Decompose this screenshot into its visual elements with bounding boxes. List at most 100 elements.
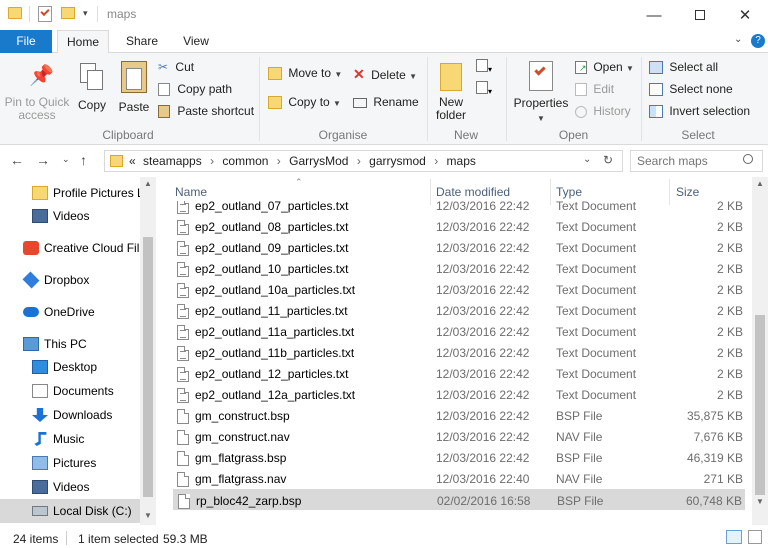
nav-item[interactable]: Pictures	[0, 451, 140, 475]
customize-quick-access-icon[interactable]: ▾	[83, 8, 88, 19]
column-divider[interactable]	[430, 179, 431, 205]
tab-home[interactable]: Home	[57, 30, 109, 54]
scroll-down-icon[interactable]: ▼	[756, 497, 764, 506]
select-none-button[interactable]: Select none	[649, 82, 733, 100]
select-all-button[interactable]: Select all	[649, 60, 718, 78]
scroll-up-icon[interactable]: ▲	[756, 179, 764, 188]
column-header-date[interactable]: Date modified	[436, 185, 510, 199]
nav-item[interactable]: Videos	[0, 475, 140, 499]
file-row[interactable]: gm_construct.bsp 12/03/2016 22:42 BSP File…	[173, 405, 745, 426]
new-item-button[interactable]: ▾	[476, 59, 500, 77]
text-file-icon	[177, 220, 189, 235]
downloads-icon	[32, 408, 48, 422]
file-row[interactable]: ep2_outland_12a_particles.txt 12/03/2016 …	[173, 384, 745, 405]
chevron-right-icon[interactable]: ›	[210, 154, 214, 168]
nav-item[interactable]: Videos	[0, 204, 140, 228]
file-row[interactable]: ep2_outland_11b_particles.txt 12/03/2016 …	[173, 342, 745, 363]
breadcrumb-overflow[interactable]: «	[129, 154, 136, 168]
properties-quick-icon[interactable]	[38, 6, 52, 22]
file-row[interactable]: ep2_outland_11a_particles.txt 12/03/2016 …	[173, 321, 745, 342]
file-row[interactable]: gm_construct.nav 12/03/2016 22:42 NAV File…	[173, 426, 745, 447]
details-view-button[interactable]	[726, 530, 742, 544]
chevron-right-icon[interactable]: ›	[277, 154, 281, 168]
column-header-type[interactable]: Type	[556, 185, 582, 199]
scroll-up-icon[interactable]: ▲	[144, 179, 152, 188]
move-to-button[interactable]: Move to ▼	[268, 66, 342, 86]
close-button[interactable]: ✕	[722, 0, 768, 30]
address-dropdown-icon[interactable]: ⌄	[583, 154, 591, 165]
pin-to-quick-access-button[interactable]: 📌 Pin to Quick access	[2, 61, 72, 123]
file-row[interactable]: rp_bloc42_zarp.bsp 02/02/2016 16:58 BSP Fi…	[173, 489, 745, 510]
forward-button[interactable]: →	[36, 152, 50, 168]
column-divider[interactable]	[669, 179, 670, 205]
back-button[interactable]: ←	[10, 152, 24, 168]
scroll-down-icon[interactable]: ▼	[144, 511, 152, 520]
chevron-right-icon[interactable]: ›	[434, 154, 438, 168]
nav-item[interactable]: Documents	[0, 379, 140, 403]
column-divider[interactable]	[550, 179, 551, 205]
file-scroll-thumb[interactable]	[755, 315, 765, 495]
copy-button[interactable]: Copy	[74, 61, 110, 123]
nav-item[interactable]: OneDrive	[0, 300, 140, 324]
file-row[interactable]: ep2_outland_12_particles.txt 12/03/2016 2…	[173, 363, 745, 384]
nav-item[interactable]: Music	[0, 427, 140, 451]
nav-item[interactable]: Downloads	[0, 403, 140, 427]
copy-to-button[interactable]: Copy to ▼	[268, 95, 341, 115]
minimize-button[interactable]: —	[631, 0, 677, 30]
rename-button[interactable]: Rename	[353, 95, 419, 115]
new-folder-quick-icon[interactable]	[61, 7, 75, 19]
breadcrumb-item[interactable]: GarrysMod	[289, 154, 348, 168]
maximize-button[interactable]	[677, 0, 723, 30]
invert-selection-button[interactable]: Invert selection	[649, 104, 750, 122]
nav-item[interactable]: This PC	[0, 332, 140, 356]
chevron-right-icon[interactable]: ›	[357, 154, 361, 168]
copy-path-button[interactable]: Copy path	[158, 82, 232, 100]
history-button[interactable]: History	[575, 104, 631, 122]
nav-scrollbar[interactable]: ▲ ▼	[140, 177, 156, 525]
expand-ribbon-icon[interactable]: ⌄	[734, 34, 742, 45]
nav-item[interactable]: Desktop	[0, 355, 140, 379]
tab-view[interactable]: View	[170, 30, 222, 53]
file-list-scrollbar[interactable]: ▲ ▼	[752, 177, 768, 525]
column-header-name[interactable]: Name	[175, 185, 207, 199]
search-input[interactable]	[637, 153, 737, 169]
file-row[interactable]: ep2_outland_08_particles.txt 12/03/2016 2…	[173, 216, 745, 237]
cut-button[interactable]: ✂ Cut	[158, 60, 194, 78]
large-icons-view-button[interactable]	[748, 530, 762, 544]
tab-file[interactable]: File	[0, 30, 52, 53]
breadcrumb-item[interactable]: common	[222, 154, 268, 168]
nav-item[interactable]: Creative Cloud Fil	[0, 236, 140, 260]
file-row[interactable]: gm_flatgrass.bsp 12/03/2016 22:42 BSP File…	[173, 447, 745, 468]
help-icon[interactable]: ?	[751, 34, 765, 48]
file-row[interactable]: ep2_outland_09_particles.txt 12/03/2016 2…	[173, 237, 745, 258]
breadcrumb-item[interactable]: maps	[447, 154, 476, 168]
column-header-size[interactable]: Size	[676, 185, 699, 199]
address-bar[interactable]: « steamapps › common › GarrysMod › garry…	[104, 150, 623, 172]
new-folder-button[interactable]: New folder	[430, 61, 472, 123]
paste-shortcut-button[interactable]: Paste shortcut	[158, 104, 254, 122]
open-button[interactable]: ↗ Open ▼	[575, 60, 634, 78]
file-row[interactable]: ep2_outland_10_particles.txt 12/03/2016 2…	[173, 258, 745, 279]
nav-scroll-thumb[interactable]	[143, 237, 153, 497]
nav-item[interactable]: Dropbox	[0, 268, 140, 292]
delete-button[interactable]: ✕ Delete ▼	[353, 66, 417, 86]
breadcrumb-item[interactable]: steamapps	[143, 154, 202, 168]
recent-locations-button[interactable]: ⌄	[62, 154, 70, 165]
nav-item-label: Videos	[53, 480, 90, 494]
easy-access-button[interactable]: ▾	[476, 81, 500, 99]
nav-item[interactable]: Local Disk (C:)	[0, 499, 140, 523]
search-icon	[743, 154, 753, 164]
nav-item[interactable]: Profile Pictures L	[0, 181, 144, 205]
up-button[interactable]: ↑	[80, 152, 87, 168]
paste-button[interactable]: Paste	[114, 61, 154, 123]
file-row[interactable]: gm_flatgrass.nav 12/03/2016 22:40 NAV File…	[173, 468, 745, 489]
file-row[interactable]: ep2_outland_11_particles.txt 12/03/2016 2…	[173, 300, 745, 321]
search-box[interactable]	[630, 150, 763, 172]
file-date: 12/03/2016 22:42	[436, 388, 530, 402]
edit-button[interactable]: Edit	[575, 82, 614, 100]
refresh-icon[interactable]: ↻	[603, 153, 613, 167]
properties-button[interactable]: Properties ▼	[511, 61, 571, 123]
breadcrumb-item[interactable]: garrysmod	[369, 154, 426, 168]
tab-share[interactable]: Share	[116, 30, 168, 53]
file-row[interactable]: ep2_outland_10a_particles.txt 12/03/2016 …	[173, 279, 745, 300]
